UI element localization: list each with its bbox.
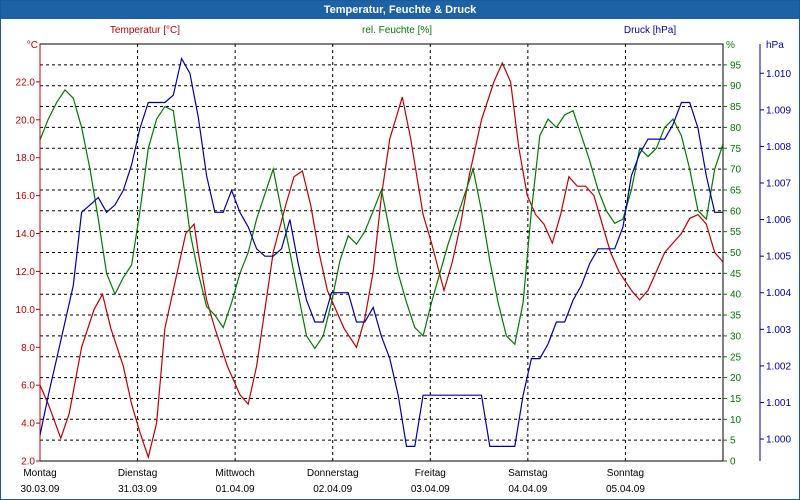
x-tick-date: 02.04.09 [313,484,352,495]
x-tick-date: 03.04.09 [411,484,450,495]
chart-svg: 2.0 4.0 6.0 8.0 10.0 12.0 14.0 16.0 18.0 20.0 22.0… [16,25,792,495]
x-tick-day: Mittwoch [215,468,254,479]
humidity-tick-label: 55 [730,227,742,238]
humidity-tick-label: 0 [730,457,736,468]
x-tick-day: Donnerstag [307,468,359,479]
temperature-tick-label: 8.0 [21,343,35,354]
x-tick-day: Sonntag [607,468,644,479]
x-tick-date: 01.04.09 [216,484,255,495]
series-lines [40,56,723,460]
humidity-tick-label: 50 [730,248,742,259]
pressure-tick-label: 1.006 [766,215,791,226]
humidity-tick-label: 25 [730,352,742,363]
pressure-tick-label: 1.001 [766,398,791,409]
humidity-tick-label: 5 [730,436,736,447]
temperature-tick-label: 4.0 [21,419,35,430]
pressure-axis-label: Druck [hPa] [624,25,676,36]
humidity-tick-label: 30 [730,331,742,342]
pressure-tick-label: 1.003 [766,325,791,336]
x-tick-date: 05.04.09 [606,484,645,495]
temperature-tick-label: 20.0 [16,115,36,126]
pressure-tick-label: 1.010 [766,69,791,80]
x-tick-date: 31.03.09 [118,484,157,495]
x-tick-date: 04.04.09 [508,484,547,495]
x-axis: Montag 30.03.09 Dienstag 31.03.09 Mittwoch 01… [21,468,646,495]
temperature-tick-label: 14.0 [16,229,36,240]
x-tick-day: Freitag [415,468,446,479]
humidity-axis-label: rel. Feuchte [%] [362,25,432,36]
pressure-tick-label: 1.004 [766,288,791,299]
humidity-line [40,88,723,350]
temperature-tick-label: 18.0 [16,153,36,164]
temperature-tick-label: 10.0 [16,305,36,316]
humidity-tick-label: 95 [730,60,742,71]
humidity-tick-label: 70 [730,165,742,176]
humidity-unit: % [726,40,735,51]
pressure-unit: hPa [766,40,784,51]
pressure-tick-label: 1.000 [766,435,791,446]
humidity-tick-label: 80 [730,123,742,134]
pressure-tick-label: 1.009 [766,105,791,116]
x-tick-day: Montag [23,468,56,479]
temperature-unit: °C [27,40,38,51]
humidity-tick-label: 90 [730,81,742,92]
temperature-tick-label: 6.0 [21,381,35,392]
pressure-tick-label: 1.002 [766,361,791,372]
humidity-tick-label: 20 [730,373,742,384]
humidity-tick-label: 35 [730,311,742,322]
humidity-tick-label: 65 [730,185,742,196]
humidity-axis: 0 5 10 15 20 25 30 35 40 45 50 55 60 65 70 75 80 85 90 95 [723,60,742,468]
x-tick-day: Samstag [508,468,547,479]
x-tick-date: 30.03.09 [21,484,60,495]
pressure-tick-label: 1.005 [766,252,791,263]
grid [39,43,724,462]
temperature-axis: 2.0 4.0 6.0 8.0 10.0 12.0 14.0 16.0 18.0 20.0 22.0 [16,44,41,468]
humidity-tick-label: 40 [730,290,742,301]
pressure-tick-label: 1.008 [766,142,791,153]
temperature-tick-label: 16.0 [16,191,36,202]
humidity-tick-label: 15 [730,394,742,405]
humidity-tick-label: 60 [730,206,742,217]
humidity-tick-label: 85 [730,102,742,113]
pressure-tick-label: 1.007 [766,179,791,190]
humidity-tick-label: 75 [730,144,742,155]
humidity-tick-label: 45 [730,269,742,280]
temperature-tick-label: 22.0 [16,77,36,88]
pressure-axis: 1.000 1.001 1.002 1.003 1.004 1.005 1.006 1.007… [759,44,791,461]
humidity-tick-label: 10 [730,415,742,426]
temperature-tick-label: 12.0 [16,267,36,278]
temperature-tick-label: 2.0 [21,457,35,468]
x-tick-day: Dienstag [118,468,157,479]
temperature-axis-label: Temperatur [°C] [110,25,180,36]
